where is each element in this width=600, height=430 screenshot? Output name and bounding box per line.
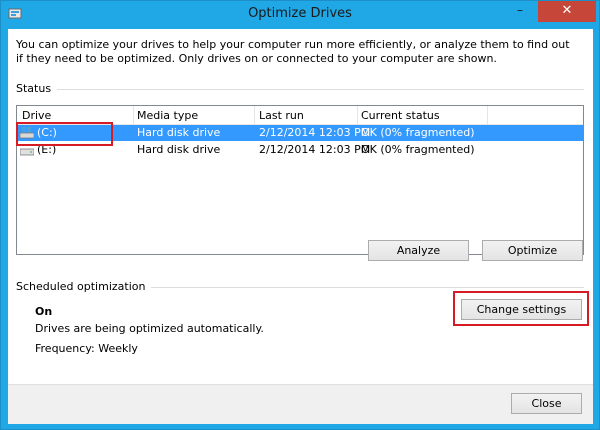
current-status: OK (0% fragmented) [361, 126, 475, 139]
column-header-drive[interactable]: Drive [22, 109, 51, 122]
dialog-footer: Close [8, 384, 593, 424]
schedule-description: Drives are being optimized automatically… [35, 322, 264, 335]
column-separator[interactable] [487, 106, 488, 124]
status-label: Status [16, 82, 58, 95]
last-run: 2/12/2014 12:03 PM [259, 143, 371, 156]
column-separator[interactable] [254, 106, 255, 124]
schedule-state: On [35, 305, 53, 318]
change-settings-highlight-box [453, 291, 589, 326]
title-bar[interactable]: Optimize Drives – ✕ [1, 1, 599, 28]
media-type: Hard disk drive [137, 126, 221, 139]
column-header-last-run[interactable]: Last run [259, 109, 304, 122]
analyze-button[interactable]: Analyze [368, 240, 469, 261]
minimize-button[interactable]: – [507, 1, 533, 21]
dialog-content: You can optimize your drives to help you… [8, 29, 593, 424]
column-separator[interactable] [357, 106, 358, 124]
current-status: OK (0% fragmented) [361, 143, 475, 156]
window-close-button[interactable]: ✕ [538, 1, 596, 22]
optimize-button[interactable]: Optimize [482, 240, 583, 261]
status-divider [16, 89, 584, 90]
media-type: Hard disk drive [137, 143, 221, 156]
schedule-frequency: Frequency: Weekly [35, 342, 138, 355]
column-separator[interactable] [133, 106, 134, 124]
drive-c-highlight-box [16, 122, 113, 146]
column-header-media-type[interactable]: Media type [137, 109, 198, 122]
schedule-label: Scheduled optimization [16, 280, 152, 293]
close-button[interactable]: Close [511, 393, 582, 414]
last-run: 2/12/2014 12:03 PM [259, 126, 371, 139]
intro-text: You can optimize your drives to help you… [16, 38, 570, 65]
column-header-current-status[interactable]: Current status [361, 109, 440, 122]
optimize-drives-window: Optimize Drives – ✕ You can optimize you… [0, 0, 600, 430]
